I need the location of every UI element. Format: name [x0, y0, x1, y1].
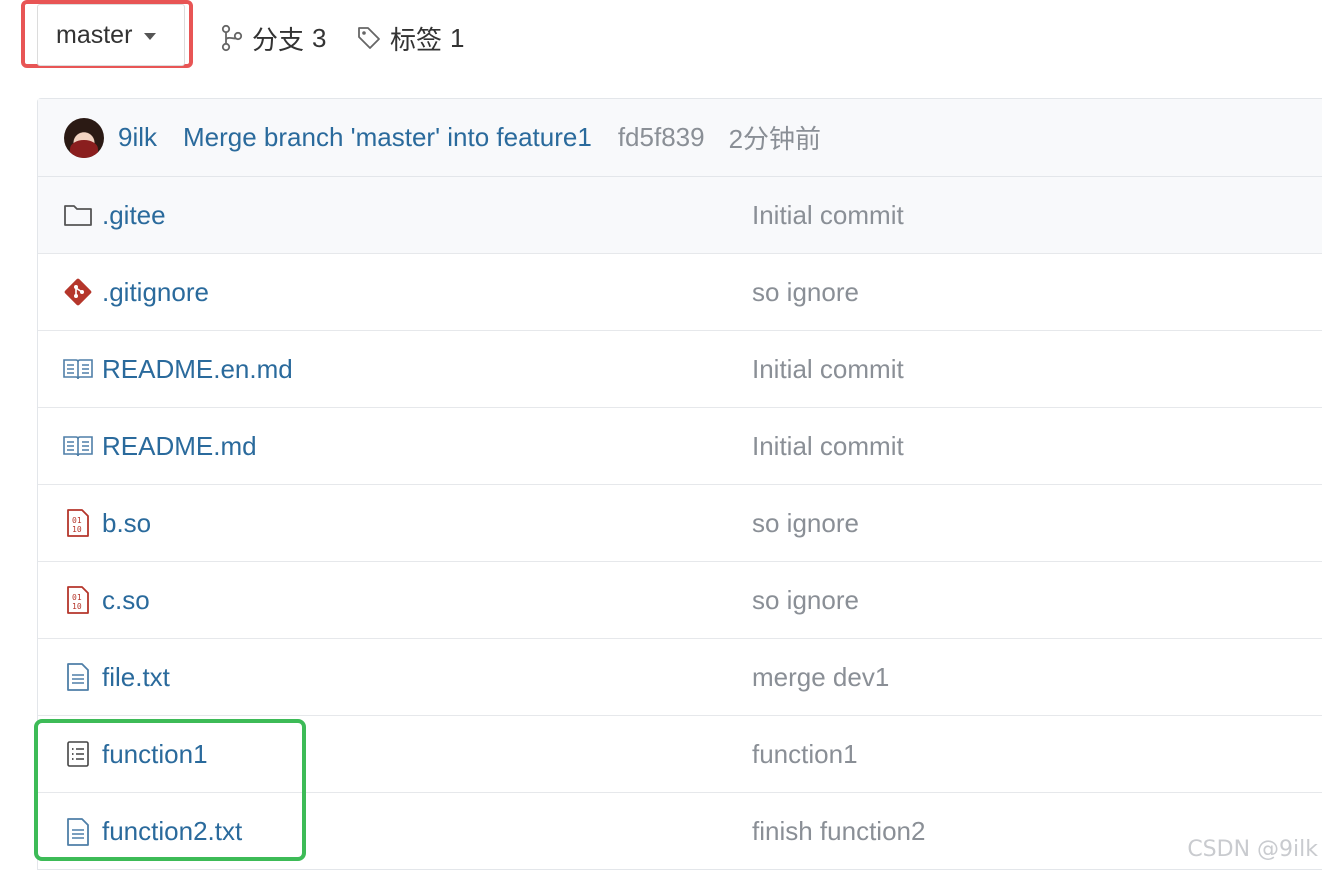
tags-label: 标签 [390, 24, 443, 55]
binary-file-icon: 01 10 [62, 584, 94, 616]
tag-icon [358, 27, 380, 49]
file-name[interactable]: file.txt [102, 662, 170, 693]
text-file-icon [62, 661, 94, 693]
file-last-commit[interactable]: Initial commit [752, 431, 904, 462]
caret-down-icon [144, 32, 157, 40]
svg-text:01: 01 [72, 593, 82, 602]
tags-count: 1 [450, 22, 465, 53]
watermark: CSDN @9ilk [1187, 837, 1318, 862]
tags-link[interactable]: 标签 1 [356, 18, 464, 58]
branches-link[interactable]: 分支 3 [220, 18, 326, 58]
binary-file-icon: 01 10 [62, 507, 94, 539]
new-files-highlight [34, 719, 306, 861]
svg-text:10: 10 [72, 602, 82, 611]
file-last-commit[interactable]: so ignore [752, 585, 859, 616]
file-row[interactable]: README.en.md Initial commit [38, 331, 1322, 408]
folder-icon [62, 199, 94, 231]
file-row[interactable]: README.md Initial commit [38, 408, 1322, 485]
file-last-commit[interactable]: so ignore [752, 508, 859, 539]
branch-icon [221, 24, 243, 52]
file-row[interactable]: .gitignore so ignore [38, 254, 1322, 331]
branch-select-label: master [56, 20, 133, 49]
commit-author[interactable]: 9ilk [118, 122, 157, 153]
branch-select[interactable]: master [37, 4, 185, 66]
git-file-icon [62, 276, 94, 308]
file-last-commit[interactable]: Initial commit [752, 200, 904, 231]
avatar[interactable] [64, 117, 104, 158]
book-icon [62, 353, 94, 385]
file-last-commit[interactable]: Initial commit [752, 354, 904, 385]
file-last-commit[interactable]: merge dev1 [752, 662, 889, 693]
file-row[interactable]: .gitee Initial commit [38, 177, 1322, 254]
file-row[interactable]: 01 10 b.so so ignore [38, 485, 1322, 562]
file-last-commit[interactable]: so ignore [752, 277, 859, 308]
commit-time: 2分钟前 [728, 124, 822, 154]
commit-message[interactable]: Merge branch 'master' into feature1 [183, 122, 592, 153]
commit-sha[interactable]: fd5f839 [618, 122, 705, 153]
book-icon [62, 430, 94, 462]
file-name[interactable]: b.so [102, 508, 151, 539]
file-name[interactable]: .gitignore [102, 277, 209, 308]
file-last-commit[interactable]: finish function2 [752, 816, 925, 847]
branches-count: 3 [312, 22, 327, 53]
file-row[interactable]: file.txt merge dev1 [38, 639, 1322, 716]
repo-toolbar: master 分支 3 标签 1 [0, 0, 1322, 76]
file-name[interactable]: README.en.md [102, 354, 293, 385]
svg-text:01: 01 [72, 516, 82, 525]
file-last-commit[interactable]: function1 [752, 739, 858, 770]
file-row[interactable]: 01 10 c.so so ignore [38, 562, 1322, 639]
branches-label: 分支 [252, 24, 305, 55]
file-name[interactable]: .gitee [102, 200, 166, 231]
file-name[interactable]: c.so [102, 585, 150, 616]
svg-text:10: 10 [72, 525, 82, 534]
latest-commit-bar: 9ilk Merge branch 'master' into feature1… [38, 99, 1322, 177]
file-name[interactable]: README.md [102, 431, 257, 462]
